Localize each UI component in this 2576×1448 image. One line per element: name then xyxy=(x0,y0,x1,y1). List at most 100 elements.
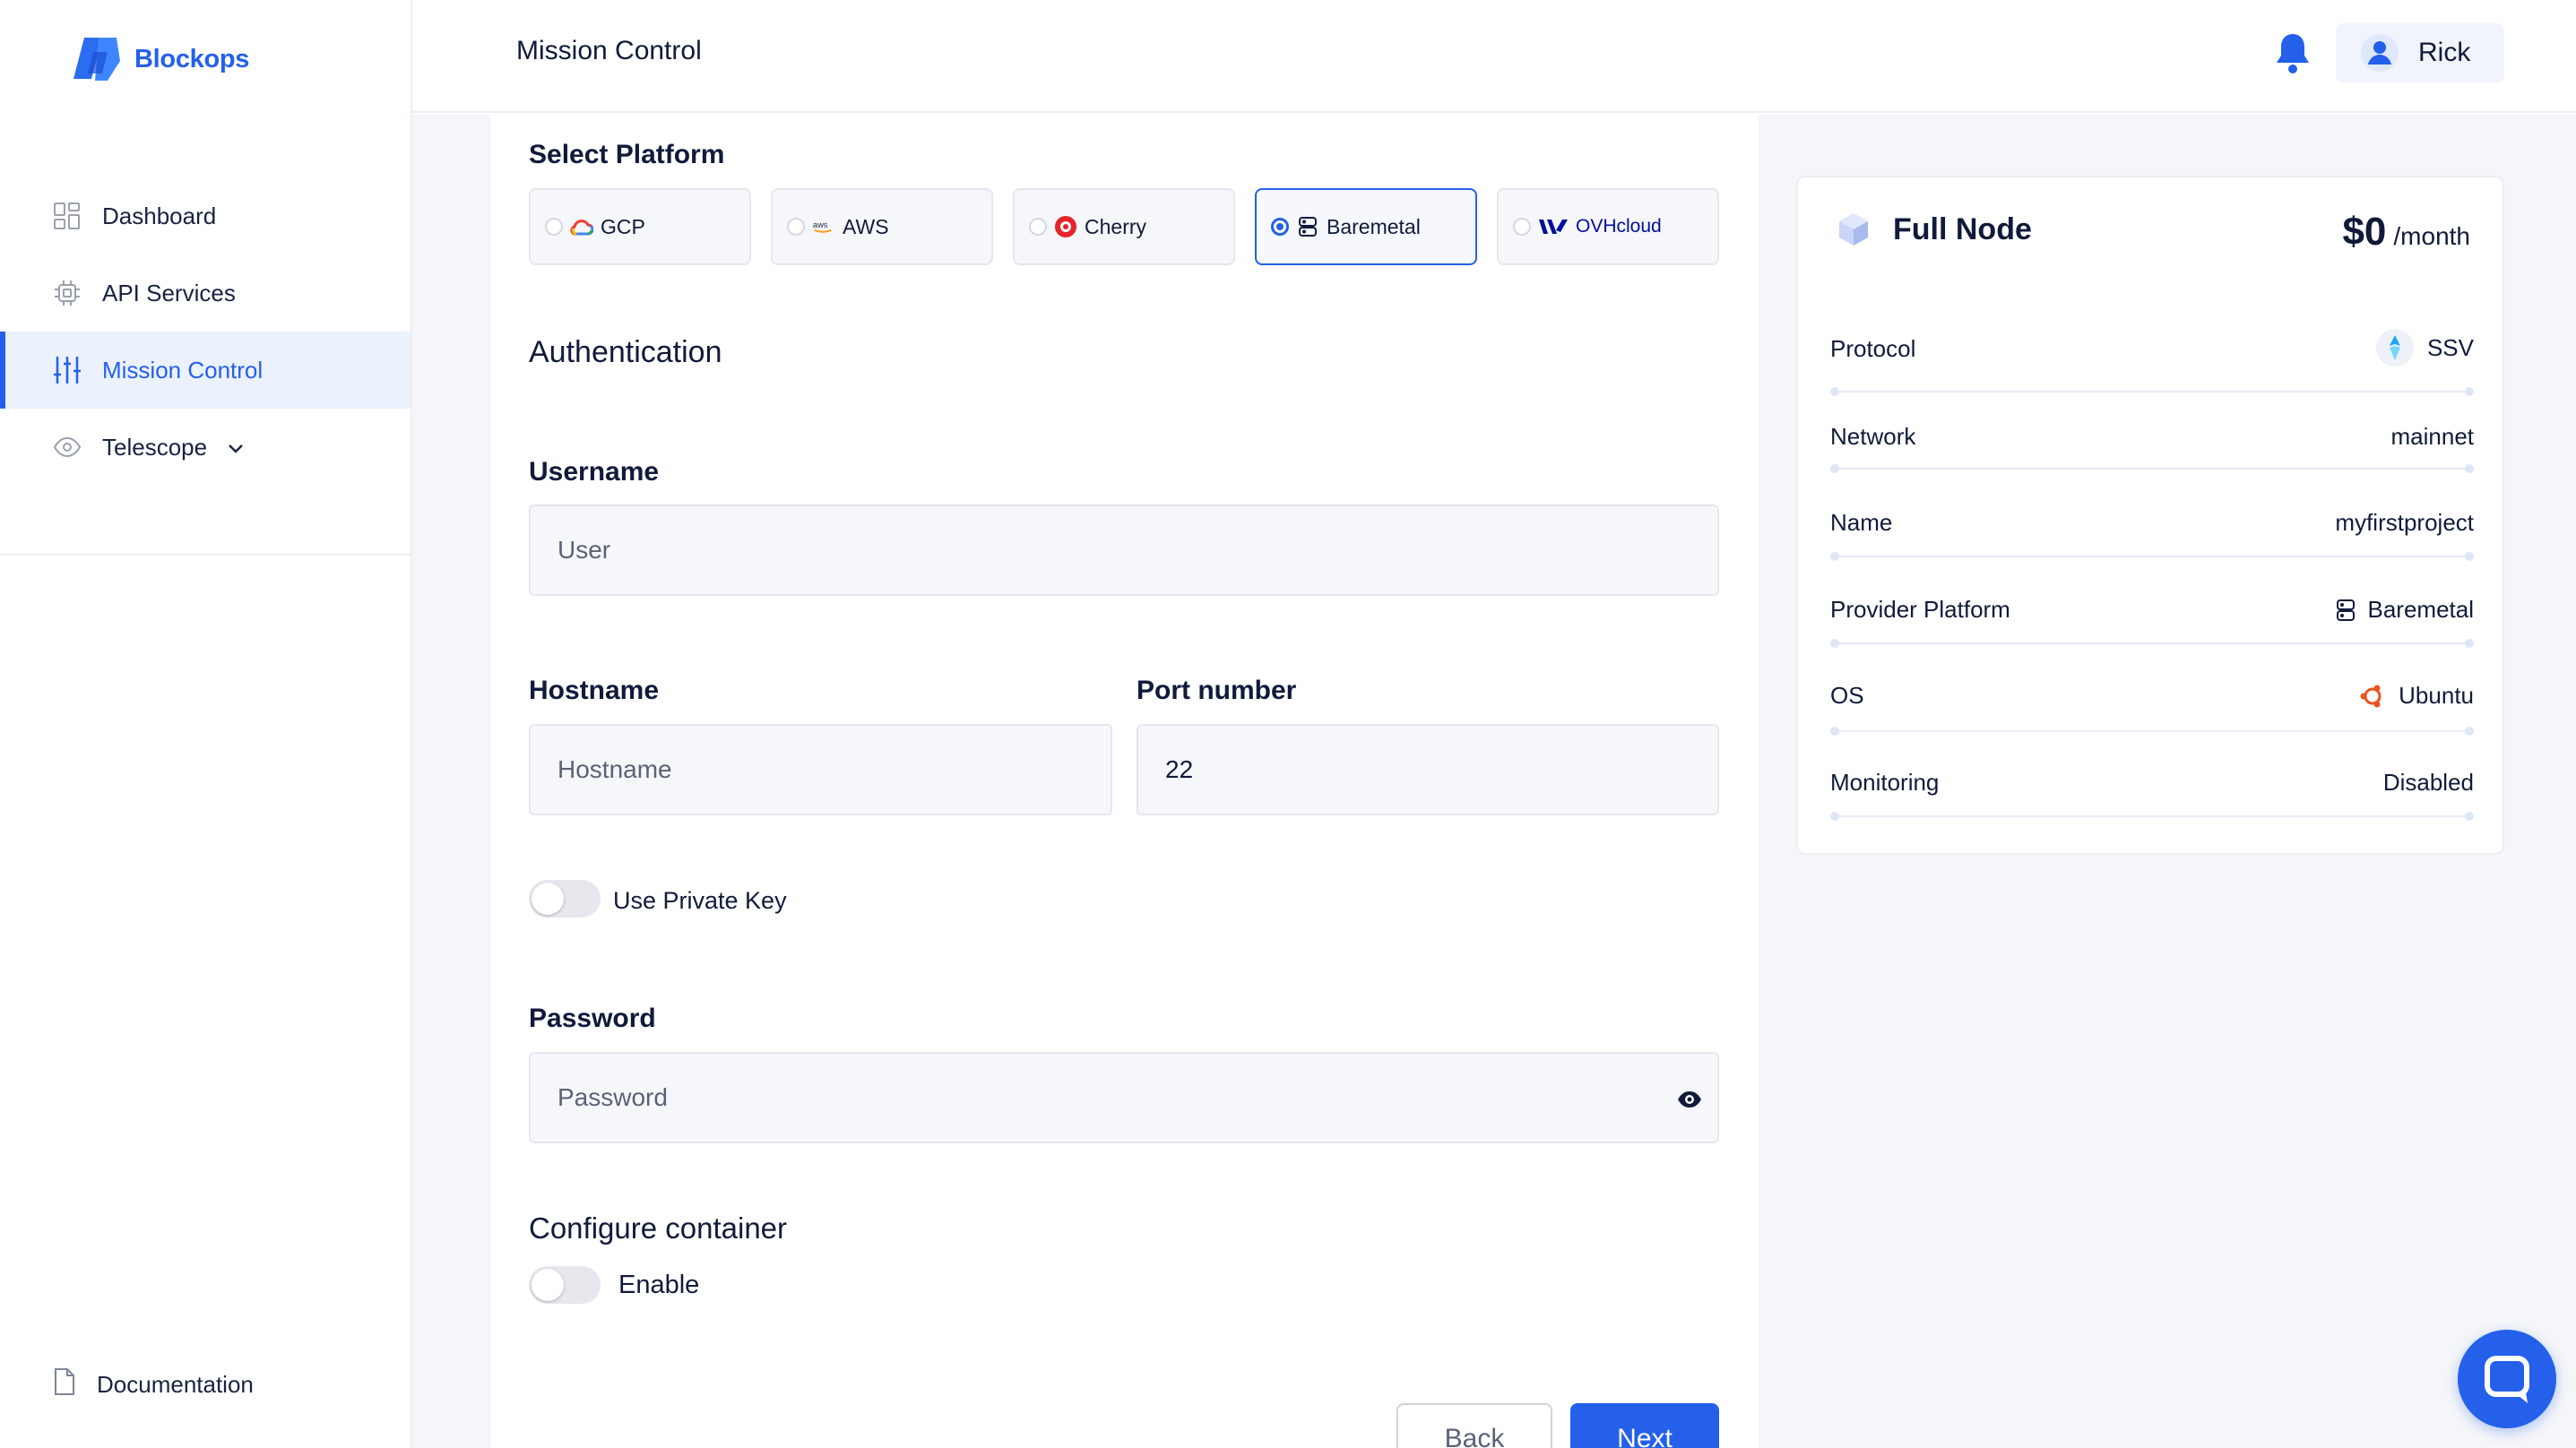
sliders-icon xyxy=(52,355,82,385)
sidebar-item-telescope[interactable]: Telescope xyxy=(0,409,411,486)
port-number-value: 22 xyxy=(1165,755,1194,783)
sidebar-item-label: Dashboard xyxy=(102,202,217,229)
node-summary-card: Full Node $0 /month Protocol SSV Network… xyxy=(1796,176,2504,855)
sidebar-item-label: Mission Control xyxy=(102,356,264,384)
ssv-logo-icon xyxy=(2375,329,2414,366)
enable-container-toggle[interactable] xyxy=(529,1266,601,1304)
password-input[interactable]: Password xyxy=(529,1052,1719,1143)
sidebar-item-api-services[interactable]: API Services xyxy=(0,254,411,332)
row-value: Ubuntu xyxy=(2359,682,2474,710)
blockops-logo-icon xyxy=(73,38,120,81)
row-value: myfirstproject xyxy=(2335,509,2474,536)
chip-icon xyxy=(52,278,82,308)
port-number-input[interactable]: 22 xyxy=(1137,724,1719,815)
aws-logo-icon: aws xyxy=(812,215,835,238)
ovh-logo-icon xyxy=(1538,215,1569,238)
platform-options: GCP aws AWS Cherry Baremetal OVHcloud xyxy=(529,188,1719,265)
user-menu[interactable]: Rick xyxy=(2336,23,2504,82)
show-password-eye-icon[interactable] xyxy=(1676,1086,1703,1113)
sidebar: Blockops Dashboard API Services Mission … xyxy=(0,0,412,1448)
row-value: Disabled xyxy=(2382,769,2474,796)
summary-row-protocol: Protocol SSV xyxy=(1830,329,2474,421)
user-name: Rick xyxy=(2418,38,2471,67)
summary-row-provider-platform: Provider Platform Baremetal xyxy=(1830,596,2474,682)
username-placeholder: User xyxy=(558,536,611,564)
platform-label: Cherry xyxy=(1085,214,1147,238)
summary-row-monitoring: Monitoring Disabled xyxy=(1830,769,2474,855)
row-label: Provider Platform xyxy=(1830,596,2010,623)
ubuntu-logo-icon xyxy=(2360,685,2382,707)
row-divider xyxy=(1830,639,2474,648)
sidebar-item-documentation[interactable]: Documentation xyxy=(52,1367,254,1402)
summary-row-network: Network mainnet xyxy=(1830,423,2474,509)
select-platform-label: Select Platform xyxy=(529,140,725,169)
use-private-key-toggle[interactable] xyxy=(529,880,601,918)
document-icon xyxy=(52,1367,77,1402)
summary-header: Full Node xyxy=(1834,210,2032,249)
eye-icon xyxy=(52,432,82,462)
use-private-key-label: Use Private Key xyxy=(613,887,787,914)
radio-button-selected[interactable] xyxy=(1271,218,1289,236)
row-value-text: SSV xyxy=(2426,333,2474,361)
hostname-placeholder: Hostname xyxy=(558,755,672,783)
platform-label: AWS xyxy=(843,214,889,238)
server-icon xyxy=(1296,215,1319,238)
hostname-input[interactable]: Hostname xyxy=(529,724,1112,815)
platform-option-baremetal[interactable]: Baremetal xyxy=(1255,188,1477,265)
configure-container-heading: Configure container xyxy=(529,1211,788,1245)
summary-row-os: OS Ubuntu xyxy=(1830,682,2474,768)
port-number-label: Port number xyxy=(1137,676,1297,705)
brand-logo[interactable]: Blockops xyxy=(72,34,249,84)
radio-button[interactable] xyxy=(787,218,805,236)
row-label: Monitoring xyxy=(1830,769,1940,796)
chat-bubble-icon xyxy=(2485,1356,2529,1403)
row-label: Name xyxy=(1830,509,1893,536)
platform-option-cherry[interactable]: Cherry xyxy=(1013,188,1235,265)
summary-row-name: Name myfirstproject xyxy=(1830,509,2474,595)
row-value-text: Baremetal xyxy=(2367,596,2475,623)
platform-option-aws[interactable]: aws AWS xyxy=(771,188,993,265)
full-node-cube-icon xyxy=(1839,213,1868,246)
sidebar-item-dashboard[interactable]: Dashboard xyxy=(0,177,411,254)
summary-title: Full Node xyxy=(1893,211,2032,246)
chat-widget-button[interactable] xyxy=(2458,1330,2556,1428)
brand-name: Blockops xyxy=(134,44,250,73)
platform-option-ovhcloud[interactable]: OVHcloud xyxy=(1497,188,1719,265)
row-label: OS xyxy=(1830,682,1864,709)
server-icon xyxy=(2336,599,2355,621)
row-label: Network xyxy=(1830,423,1916,450)
platform-label: GCP xyxy=(601,214,645,238)
enable-container-label: Enable xyxy=(618,1271,700,1299)
username-input[interactable]: User xyxy=(529,504,1719,596)
price-value: $0 xyxy=(2342,210,2387,254)
row-label: Protocol xyxy=(1830,335,1916,362)
documentation-label: Documentation xyxy=(97,1371,254,1398)
page-title: Mission Control xyxy=(516,36,702,65)
hostname-label: Hostname xyxy=(529,676,660,705)
radio-button[interactable] xyxy=(1513,218,1531,236)
sidebar-item-label: API Services xyxy=(102,279,236,306)
sidebar-divider xyxy=(0,554,411,556)
row-divider xyxy=(1830,387,2474,396)
gcp-cloud-icon xyxy=(570,215,593,238)
row-value: mainnet xyxy=(2390,423,2475,450)
sidebar-item-label: Telescope xyxy=(102,433,208,461)
platform-option-gcp[interactable]: GCP xyxy=(529,188,751,265)
radio-button[interactable] xyxy=(1029,218,1047,236)
radio-button[interactable] xyxy=(545,218,563,236)
password-placeholder: Password xyxy=(558,1083,668,1111)
top-header: Mission Control Rick xyxy=(412,0,2576,113)
chevron-down-icon[interactable] xyxy=(227,434,245,461)
username-label: Username xyxy=(529,457,660,487)
dashboard-grid-icon xyxy=(52,201,82,231)
next-button[interactable]: Next xyxy=(1570,1403,1719,1448)
back-button[interactable]: Back xyxy=(1396,1403,1552,1448)
sidebar-item-mission-control[interactable]: Mission Control xyxy=(0,332,411,409)
price-unit: /month xyxy=(2393,222,2470,250)
price: $0 /month xyxy=(2342,210,2470,254)
password-label: Password xyxy=(529,1004,656,1033)
row-divider xyxy=(1830,812,2474,821)
svg-text:aws: aws xyxy=(813,220,828,229)
notification-bell-icon[interactable] xyxy=(2273,30,2312,75)
row-divider xyxy=(1830,552,2474,561)
